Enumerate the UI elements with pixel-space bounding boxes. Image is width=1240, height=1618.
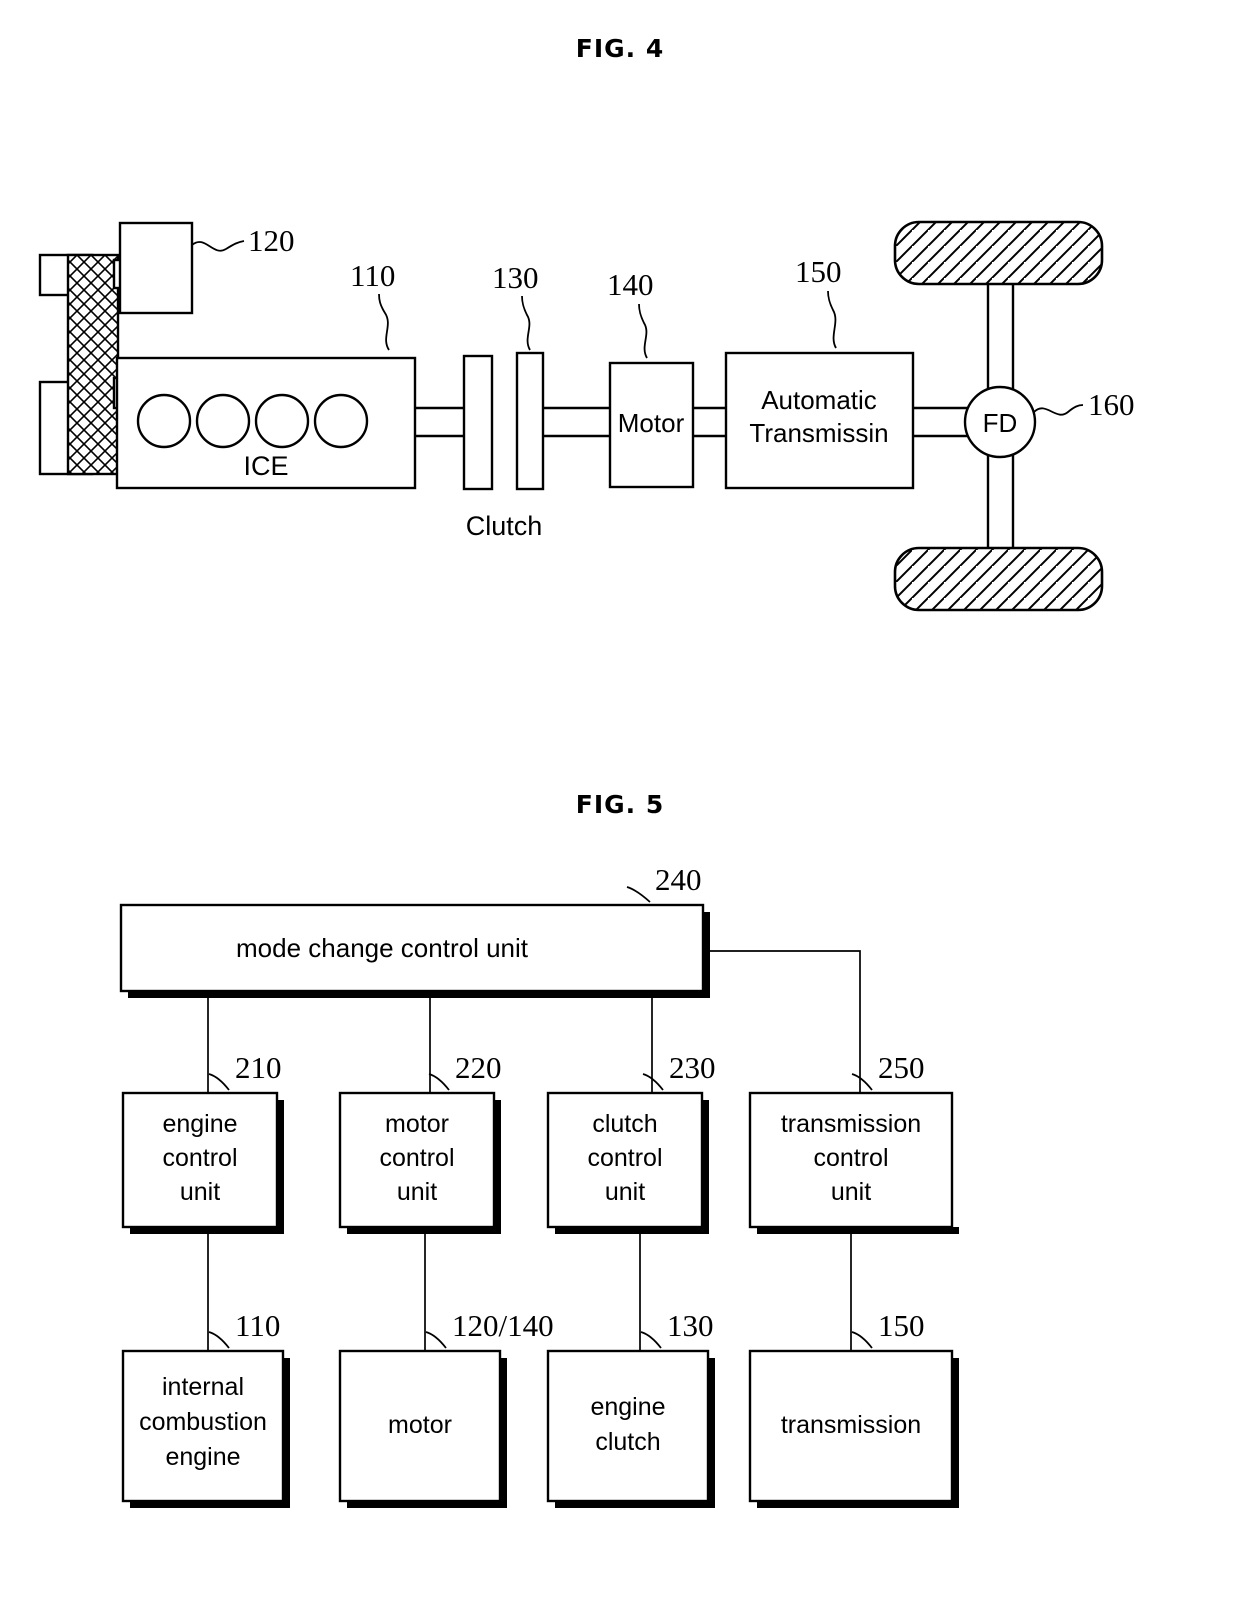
ref-label-dev-110: 110 bbox=[235, 1308, 280, 1343]
block-220-line-1: motor bbox=[385, 1110, 449, 1138]
block-110-internal-combustion-engine: internal combustion engine bbox=[121, 1349, 290, 1508]
block-label-transmission-line2: Transmissin bbox=[749, 418, 888, 448]
ice-cylinder-3 bbox=[254, 393, 310, 449]
clutch-plate-a bbox=[462, 354, 494, 491]
figure-5-title: FIG. 5 bbox=[575, 790, 665, 819]
ref-label-210: 210 bbox=[235, 1050, 282, 1085]
leader-line-220 bbox=[428, 1073, 450, 1091]
ref-label-230: 230 bbox=[669, 1050, 716, 1085]
block-130-line-2: clutch bbox=[595, 1428, 660, 1456]
block-110-line-3: engine bbox=[165, 1443, 240, 1471]
hatched-module-group bbox=[38, 253, 120, 476]
block-130-line-1: engine bbox=[590, 1393, 665, 1421]
block-230-clutch-control-unit: clutch control unit bbox=[546, 1091, 709, 1234]
block-210-line-3: unit bbox=[180, 1178, 220, 1206]
ref-label-250: 250 bbox=[878, 1050, 925, 1085]
block-210-line-1: engine bbox=[162, 1110, 237, 1138]
block-230-line-2: control bbox=[587, 1144, 662, 1172]
block-label-motor: Motor bbox=[618, 408, 685, 438]
ref-label-220: 220 bbox=[455, 1050, 502, 1085]
leader-line-240 bbox=[626, 886, 651, 903]
leader-line-120 bbox=[191, 240, 245, 252]
block-220-line-3: unit bbox=[397, 1178, 437, 1206]
leader-line-230 bbox=[642, 1073, 664, 1091]
ref-label-130: 130 bbox=[492, 260, 539, 295]
patent-figure-page: FIG. 4 120 ICE 110 Clutch 130 Motor 140 … bbox=[0, 0, 1240, 1618]
ref-label-240: 240 bbox=[655, 862, 702, 897]
leader-line-150 bbox=[827, 290, 837, 349]
figure-5-diagram: mode change control unit 240 engine cont… bbox=[119, 862, 959, 1508]
leader-line-210 bbox=[208, 1073, 230, 1091]
block-250-line-1: transmission bbox=[781, 1110, 921, 1138]
leader-line-dev-150 bbox=[851, 1331, 873, 1349]
block-240-mode-change-control-unit: mode change control unit bbox=[119, 903, 710, 998]
ref-label-dev-130: 130 bbox=[667, 1308, 714, 1343]
block-label-clutch: Clutch bbox=[466, 511, 543, 541]
figure-4-diagram: 120 ICE 110 Clutch 130 Motor 140 Automat… bbox=[38, 220, 1135, 612]
leader-line-dev-110 bbox=[208, 1331, 230, 1349]
block-230-line-3: unit bbox=[605, 1178, 645, 1206]
ref-label-dev-150: 150 bbox=[878, 1308, 925, 1343]
block-220-motor-control-unit: motor control unit bbox=[338, 1091, 501, 1234]
leader-line-250 bbox=[851, 1073, 873, 1091]
wheel-top bbox=[893, 220, 1104, 286]
leader-line-130 bbox=[521, 295, 531, 351]
clutch-plate-b bbox=[515, 351, 545, 491]
block-240-label: mode change control unit bbox=[236, 933, 529, 963]
figure-4-title: FIG. 4 bbox=[575, 34, 665, 63]
ice-cylinder-2 bbox=[195, 393, 251, 449]
leader-line-160 bbox=[1033, 404, 1084, 416]
ice-cylinder-4 bbox=[313, 393, 369, 449]
block-250-transmission-control-unit: transmission control unit bbox=[748, 1091, 959, 1234]
block-120-140-motor: motor bbox=[338, 1349, 507, 1508]
ref-label-dev-120-140: 120/140 bbox=[452, 1308, 554, 1343]
block-110-line-2: combustion bbox=[139, 1408, 267, 1436]
ice-cylinder-1 bbox=[136, 393, 192, 449]
block-label-transmission-line1: Automatic bbox=[761, 385, 877, 415]
block-250-line-2: control bbox=[813, 1144, 888, 1172]
block-220-line-2: control bbox=[379, 1144, 454, 1172]
block-250-line-3: unit bbox=[831, 1178, 871, 1206]
hatched-module-core bbox=[66, 253, 120, 476]
leader-line-dev-120-140 bbox=[425, 1331, 447, 1349]
block-130-body bbox=[546, 1349, 710, 1503]
ref-label-160: 160 bbox=[1088, 387, 1135, 422]
block-120-hsg bbox=[118, 221, 194, 315]
ref-label-140: 140 bbox=[607, 267, 654, 302]
ref-label-120: 120 bbox=[248, 223, 295, 258]
block-label-ice: ICE bbox=[243, 451, 288, 481]
block-230-line-1: clutch bbox=[592, 1110, 657, 1138]
leader-line-140 bbox=[638, 303, 648, 359]
block-210-line-2: control bbox=[162, 1144, 237, 1172]
block-label-fd: FD bbox=[983, 408, 1018, 438]
block-150-line-1: transmission bbox=[781, 1411, 921, 1439]
block-110-line-1: internal bbox=[162, 1373, 244, 1401]
wheel-bottom bbox=[893, 546, 1104, 612]
leader-line-dev-130 bbox=[640, 1331, 662, 1349]
block-120-140-line-1: motor bbox=[388, 1411, 452, 1439]
ref-label-150: 150 bbox=[795, 254, 842, 289]
leader-line-110 bbox=[378, 293, 390, 351]
block-150-transmission: transmission bbox=[748, 1349, 959, 1508]
link-240-to-250 bbox=[710, 950, 861, 1093]
block-130-engine-clutch: engine clutch bbox=[546, 1349, 715, 1508]
block-210-engine-control-unit: engine control unit bbox=[121, 1091, 284, 1234]
ref-label-110: 110 bbox=[350, 258, 395, 293]
